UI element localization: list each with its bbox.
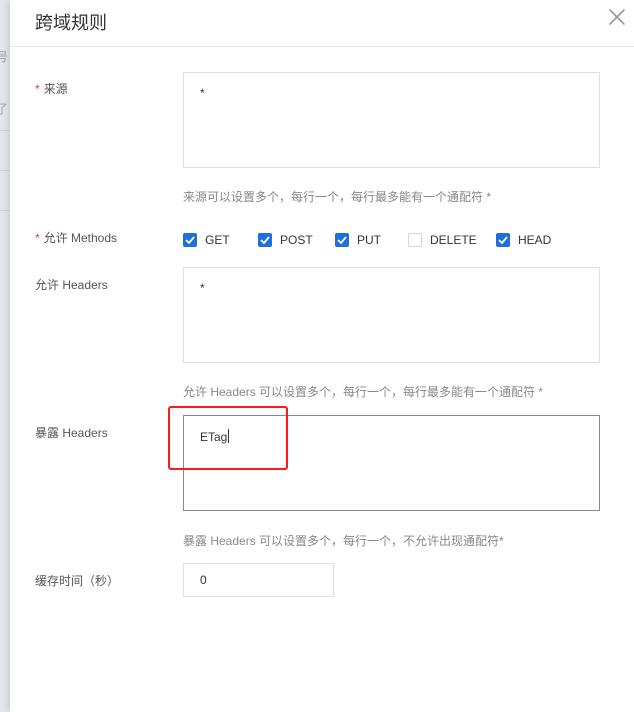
backdrop-text: 号 (0, 50, 9, 64)
expose-headers-hint: 暴露 Headers 可以设置多个，每行一个，不允许出现通配符* (183, 534, 504, 548)
checkbox-checked-icon[interactable] (258, 233, 272, 247)
highlight-annotation-box (168, 406, 288, 470)
method-option-delete[interactable]: DELETE (408, 230, 477, 250)
backdrop-page: 号 了 (0, 0, 10, 712)
close-icon[interactable] (606, 6, 628, 28)
checkbox-checked-icon[interactable] (496, 233, 510, 247)
method-option-head[interactable]: HEAD (496, 230, 551, 250)
origin-label: * 来源 (35, 80, 68, 97)
expose-headers-label: 暴露 Headers (35, 426, 108, 440)
backdrop-divider (0, 130, 10, 131)
backdrop-text: 了 (0, 102, 9, 116)
method-label: GET (205, 233, 230, 247)
backdrop-divider (0, 210, 10, 211)
cache-time-input[interactable]: 0 (183, 563, 334, 597)
method-label: DELETE (430, 233, 477, 247)
required-mark: * (35, 231, 40, 245)
origin-hint: 来源可以设置多个，每行一个，每行最多能有一个通配符 * (183, 190, 492, 204)
origin-label-text: 来源 (43, 82, 68, 96)
method-label: HEAD (518, 233, 552, 247)
checkbox-checked-icon[interactable] (183, 233, 197, 247)
allow-headers-hint: 允许 Headers 可以设置多个，每行一个，每行最多能有一个通配符 * (183, 385, 544, 399)
origin-value: * (200, 86, 205, 100)
methods-label-text: 允许 Methods (43, 231, 118, 245)
checkbox-checked-icon[interactable] (335, 233, 349, 247)
method-option-get[interactable]: GET (183, 230, 230, 250)
allow-headers-textarea[interactable]: * (183, 267, 600, 363)
method-label: POST (280, 233, 313, 247)
backdrop-divider (0, 170, 10, 171)
method-option-put[interactable]: PUT (335, 230, 381, 250)
drawer-header: 跨域规则 (10, 0, 634, 47)
cache-time-label: 缓存时间（秒） (35, 574, 120, 588)
methods-label: * 允许 Methods (35, 229, 117, 246)
checkbox-unchecked-icon[interactable] (408, 233, 422, 247)
allow-headers-value: * (200, 281, 205, 295)
origin-textarea[interactable]: * (183, 72, 600, 168)
method-label: PUT (357, 233, 381, 247)
method-option-post[interactable]: POST (258, 230, 313, 250)
cache-time-value: 0 (200, 573, 207, 587)
required-mark: * (35, 82, 40, 96)
drawer-title: 跨域规则 (35, 13, 107, 33)
allow-headers-label: 允许 Headers (35, 278, 108, 292)
cors-rule-drawer: 跨域规则 * 来源 * 来源可以设置多个，每行一个，每行最多能有一个通配符 * *… (10, 0, 634, 712)
